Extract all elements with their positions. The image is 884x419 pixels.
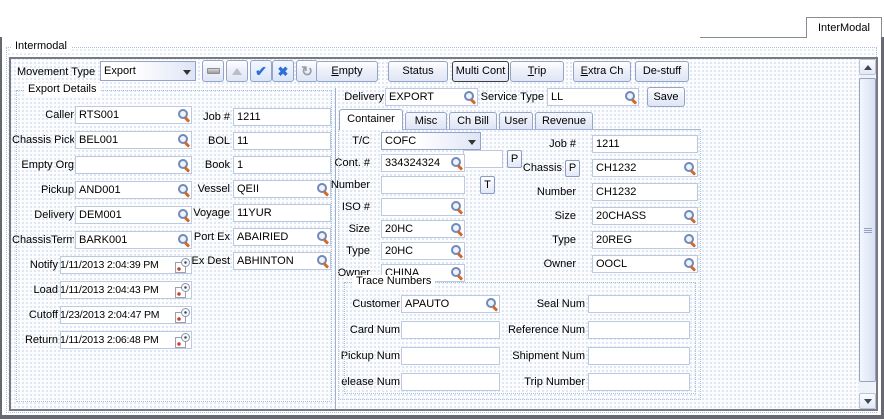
extra-ch-button[interactable]: Extra Ch — [573, 61, 631, 82]
delivery-header-field[interactable]: EXPORT — [385, 88, 478, 106]
export-chassisterm-value: BARK001 — [79, 233, 127, 248]
doc-tab-intermodal[interactable]: InterModal — [806, 17, 882, 38]
save-button[interactable]: Save — [647, 87, 685, 107]
export-mid-voyage-label: Voyage — [159, 204, 230, 222]
export-load-label: Load — [12, 281, 58, 299]
export-delivery-value: DEM001 — [79, 208, 122, 223]
trip-button[interactable]: Trip — [510, 61, 564, 82]
collapse-up-button[interactable] — [226, 60, 248, 82]
trace-numbers-groupbox — [344, 282, 696, 394]
export-empty-org-label: Empty Org — [12, 156, 74, 174]
export-mid-voyage-value: 11YUR — [237, 206, 272, 221]
cancel-button[interactable]: ✖ — [272, 60, 294, 82]
export-mid-book-label: Book — [159, 156, 230, 174]
calendar-clock-icon[interactable] — [175, 283, 191, 298]
export-pickup-value: AND001 — [79, 183, 121, 198]
trace-numbers-title: Trace Numbers — [352, 275, 435, 288]
export-mid-job-field[interactable]: 1211 — [233, 108, 331, 126]
export-chassis-pick-value: BEL001 — [79, 133, 118, 148]
minus-button[interactable] — [202, 60, 224, 82]
scroll-down-button[interactable] — [859, 393, 876, 409]
export-caller-value: RTS001 — [79, 108, 119, 123]
tab-misc[interactable]: Misc — [405, 112, 447, 129]
dropdown-arrow-icon[interactable] — [183, 70, 191, 75]
vertical-scrollbar[interactable] — [859, 59, 876, 409]
refresh-button[interactable]: ↻ — [296, 60, 318, 82]
de-stuff-button[interactable]: De-stuff — [635, 61, 689, 82]
up-arrow-icon — [864, 65, 872, 70]
refresh-icon: ↻ — [301, 64, 313, 78]
export-chassisterm-label: ChassisTerm — [12, 231, 74, 249]
export-mid-ex-dest-label: Ex Dest — [159, 252, 230, 270]
down-arrow-icon — [864, 399, 872, 404]
export-mid-bol-value: 11 — [237, 134, 248, 149]
export-delivery-label: Delivery — [12, 206, 74, 224]
up-triangle-icon — [232, 68, 242, 75]
export-mid-book-value: 1 — [237, 158, 243, 173]
minus-bar-icon — [207, 68, 220, 74]
tab-user[interactable]: User — [499, 112, 533, 129]
doc-tab-baseline — [700, 37, 807, 38]
intermodal-group-title: Intermodal — [11, 40, 71, 53]
export-mid-ex-dest-value: ABHINTON — [237, 254, 294, 269]
multi-cont-button[interactable]: Multi Cont — [452, 61, 509, 82]
export-notify-value: 1/11/2013 2:04:39 PM — [64, 258, 159, 273]
app-window: InterModal Intermodal Movement Type Expo… — [0, 0, 884, 419]
service-type-value: LL — [551, 90, 563, 105]
movement-type-label: Movement Type — [17, 63, 95, 81]
export-cutoff-field[interactable]: 1/23/2013 2:04:47 PM — [60, 306, 192, 324]
export-mid-job-value: 1211 — [237, 110, 261, 125]
export-load-value: 1/11/2013 2:04:43 PM — [64, 283, 159, 298]
export-mid-vessel-label: Vessel — [159, 180, 230, 198]
service-type-field[interactable]: LL — [547, 88, 639, 106]
movement-type-select[interactable]: Export — [100, 61, 196, 81]
scrollbar-thumb[interactable] — [859, 78, 876, 382]
export-return-label: Return — [12, 331, 58, 349]
confirm-check-icon: ✔ — [255, 64, 267, 78]
movement-type-value: Export — [104, 63, 136, 80]
service-type-label: Service Type — [471, 88, 544, 106]
export-details-title: Export Details — [24, 83, 100, 96]
export-mid-bol-label: BOL — [159, 132, 230, 150]
export-return-field[interactable]: 1/11/2013 2:06:48 PM — [60, 331, 192, 349]
calendar-clock-icon[interactable] — [175, 308, 191, 323]
calendar-clock-icon[interactable] — [175, 333, 191, 348]
lookup-icon[interactable] — [624, 91, 637, 104]
export-mid-port-ex-value: ABAIRIED — [237, 230, 288, 245]
export-caller-label: Caller — [12, 106, 74, 124]
export-mid-job-label: Job # — [159, 108, 230, 126]
delivery-header-label: Delivery — [338, 88, 384, 106]
tab-container[interactable]: Container — [339, 109, 403, 130]
export-cutoff-label: Cutoff — [12, 306, 58, 324]
delivery-header-value: EXPORT — [389, 90, 434, 105]
export-load-field[interactable]: 1/11/2013 2:04:43 PM — [60, 281, 192, 299]
export-notify-label: Notify — [12, 256, 58, 274]
export-return-value: 1/11/2013 2:06:48 PM — [64, 333, 159, 348]
status-button[interactable]: Status — [388, 61, 448, 82]
export-chassis-pick-label: Chassis Pick — [12, 131, 74, 149]
export-cutoff-value: 1/23/2013 2:04:47 PM — [64, 308, 159, 323]
export-mid-port-ex-label: Port Ex — [159, 228, 230, 246]
scroll-up-button[interactable] — [859, 59, 876, 75]
export-mid-vessel-value: QEII — [237, 182, 259, 197]
cancel-x-icon: ✖ — [278, 65, 289, 78]
empty-button[interactable]: Empty — [316, 61, 378, 82]
tab-revenue[interactable]: Revenue — [535, 112, 593, 129]
export-pickup-label: Pickup — [12, 181, 74, 199]
tab-ch-bill[interactable]: Ch Bill — [449, 112, 497, 129]
main-panel: Movement Type Export ✔ ✖ ↻ Export Detail… — [9, 57, 878, 411]
apply-button[interactable]: ✔ — [250, 60, 272, 82]
